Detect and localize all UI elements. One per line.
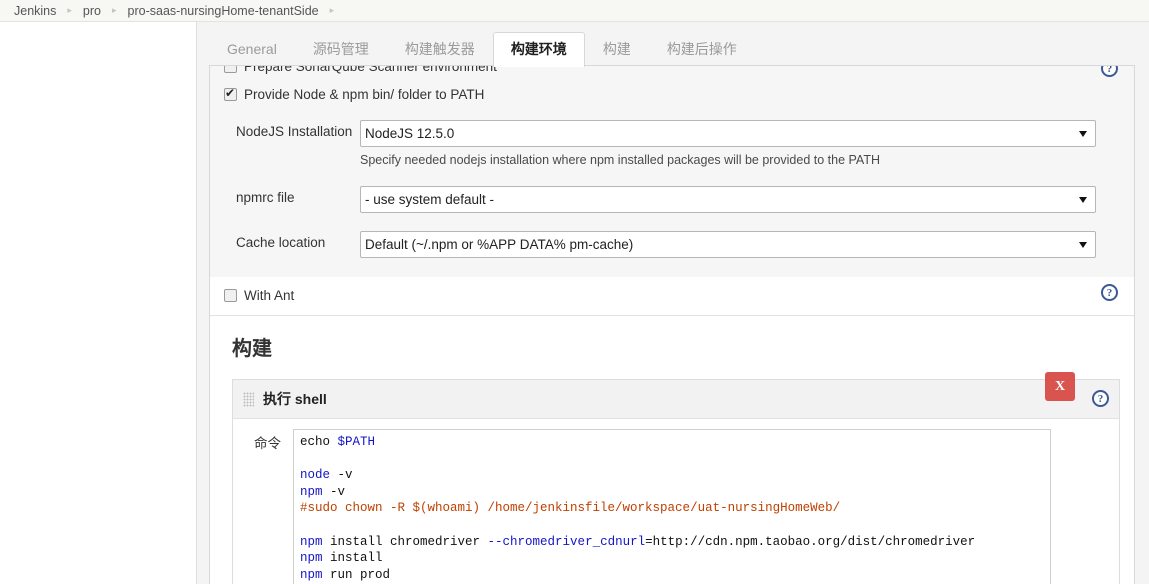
nodejs-installation-label: NodeJS Installation xyxy=(210,120,360,139)
cache-location-label: Cache location xyxy=(210,231,360,250)
with-ant-row: With Ant ? xyxy=(210,277,1134,315)
tab-build-environment[interactable]: 构建环境 xyxy=(493,32,585,67)
breadcrumb-item-job[interactable]: pro-saas-nursingHome-tenantSide xyxy=(119,4,328,18)
build-step-header: 执行 shell X ? xyxy=(233,380,1119,419)
breadcrumb-separator-icon: ▸ xyxy=(65,6,74,15)
provide-node-npm-row: Provide Node & npm bin/ folder to PATH xyxy=(210,79,1134,110)
npmrc-file-select[interactable]: - use system default - xyxy=(360,186,1096,213)
with-ant-label[interactable]: With Ant xyxy=(244,288,294,303)
tab-post-build-actions[interactable]: 构建后操作 xyxy=(649,32,755,67)
with-ant-checkbox[interactable] xyxy=(224,289,237,302)
shell-command-editor[interactable]: echo $PATH node -v npm -v #sudo chown -R… xyxy=(293,429,1051,584)
nodejs-installation-help-text: Specify needed nodejs installation where… xyxy=(360,147,1096,169)
build-step-body: 命令 echo $PATH node -v npm -v #sudo chown… xyxy=(233,419,1119,584)
page-body: General 源码管理 构建触发器 构建环境 构建 构建后操作 Prepare… xyxy=(0,22,1149,584)
main-column: General 源码管理 构建触发器 构建环境 构建 构建后操作 Prepare… xyxy=(197,22,1149,584)
breadcrumb-item-jenkins[interactable]: Jenkins xyxy=(14,4,65,18)
config-tab-bar: General 源码管理 构建触发器 构建环境 构建 构建后操作 xyxy=(209,22,1149,66)
sonarqube-scanner-label[interactable]: Prepare SonarQube Scanner environment xyxy=(244,66,497,74)
breadcrumb: Jenkins ▸ pro ▸ pro-saas-nursingHome-ten… xyxy=(0,0,1149,22)
breadcrumb-separator-icon: ▸ xyxy=(328,6,337,15)
tab-source-code-management[interactable]: 源码管理 xyxy=(295,32,387,67)
side-panel xyxy=(0,22,197,584)
command-label: 命令 xyxy=(233,429,293,584)
breadcrumb-item-pro[interactable]: pro xyxy=(74,4,110,18)
help-icon[interactable]: ? xyxy=(1092,390,1109,407)
sonarqube-scanner-checkbox[interactable] xyxy=(224,66,237,73)
tab-build[interactable]: 构建 xyxy=(585,32,649,67)
build-environment-panel: Prepare SonarQube Scanner environment ? … xyxy=(209,65,1135,584)
build-section: 构建 执行 shell X ? 命令 echo $PATH node -v np… xyxy=(210,316,1134,584)
npmrc-file-label: npmrc file xyxy=(210,186,360,205)
build-section-title: 构建 xyxy=(210,316,1134,373)
build-step-execute-shell: 执行 shell X ? 命令 echo $PATH node -v npm -… xyxy=(232,379,1120,584)
tab-build-triggers[interactable]: 构建触发器 xyxy=(387,32,493,67)
provide-node-npm-checkbox[interactable] xyxy=(224,88,237,101)
tab-general[interactable]: General xyxy=(209,32,295,67)
help-icon[interactable]: ? xyxy=(1101,284,1118,301)
delete-build-step-button[interactable]: X xyxy=(1045,372,1075,401)
nodejs-installation-row: NodeJS Installation NodeJS 12.5.0 Specif… xyxy=(210,115,1134,174)
help-icon[interactable]: ? xyxy=(1101,66,1118,77)
build-environment-form: Prepare SonarQube Scanner environment ? … xyxy=(210,66,1134,584)
cache-location-select[interactable]: Default (~/.npm or %APP DATA% pm-cache) xyxy=(360,231,1096,258)
breadcrumb-separator-icon: ▸ xyxy=(110,6,119,15)
provide-node-npm-label[interactable]: Provide Node & npm bin/ folder to PATH xyxy=(244,87,484,102)
npmrc-file-row: npmrc file - use system default - xyxy=(210,174,1134,218)
nodejs-installation-select[interactable]: NodeJS 12.5.0 xyxy=(360,120,1096,147)
nodejs-settings-block: NodeJS Installation NodeJS 12.5.0 Specif… xyxy=(210,110,1134,277)
cache-location-row: Cache location Default (~/.npm or %APP D… xyxy=(210,218,1134,263)
build-step-title: 执行 shell xyxy=(263,389,327,409)
drag-handle-icon[interactable] xyxy=(243,392,254,407)
sonarqube-scanner-row: Prepare SonarQube Scanner environment ? xyxy=(210,66,1134,79)
